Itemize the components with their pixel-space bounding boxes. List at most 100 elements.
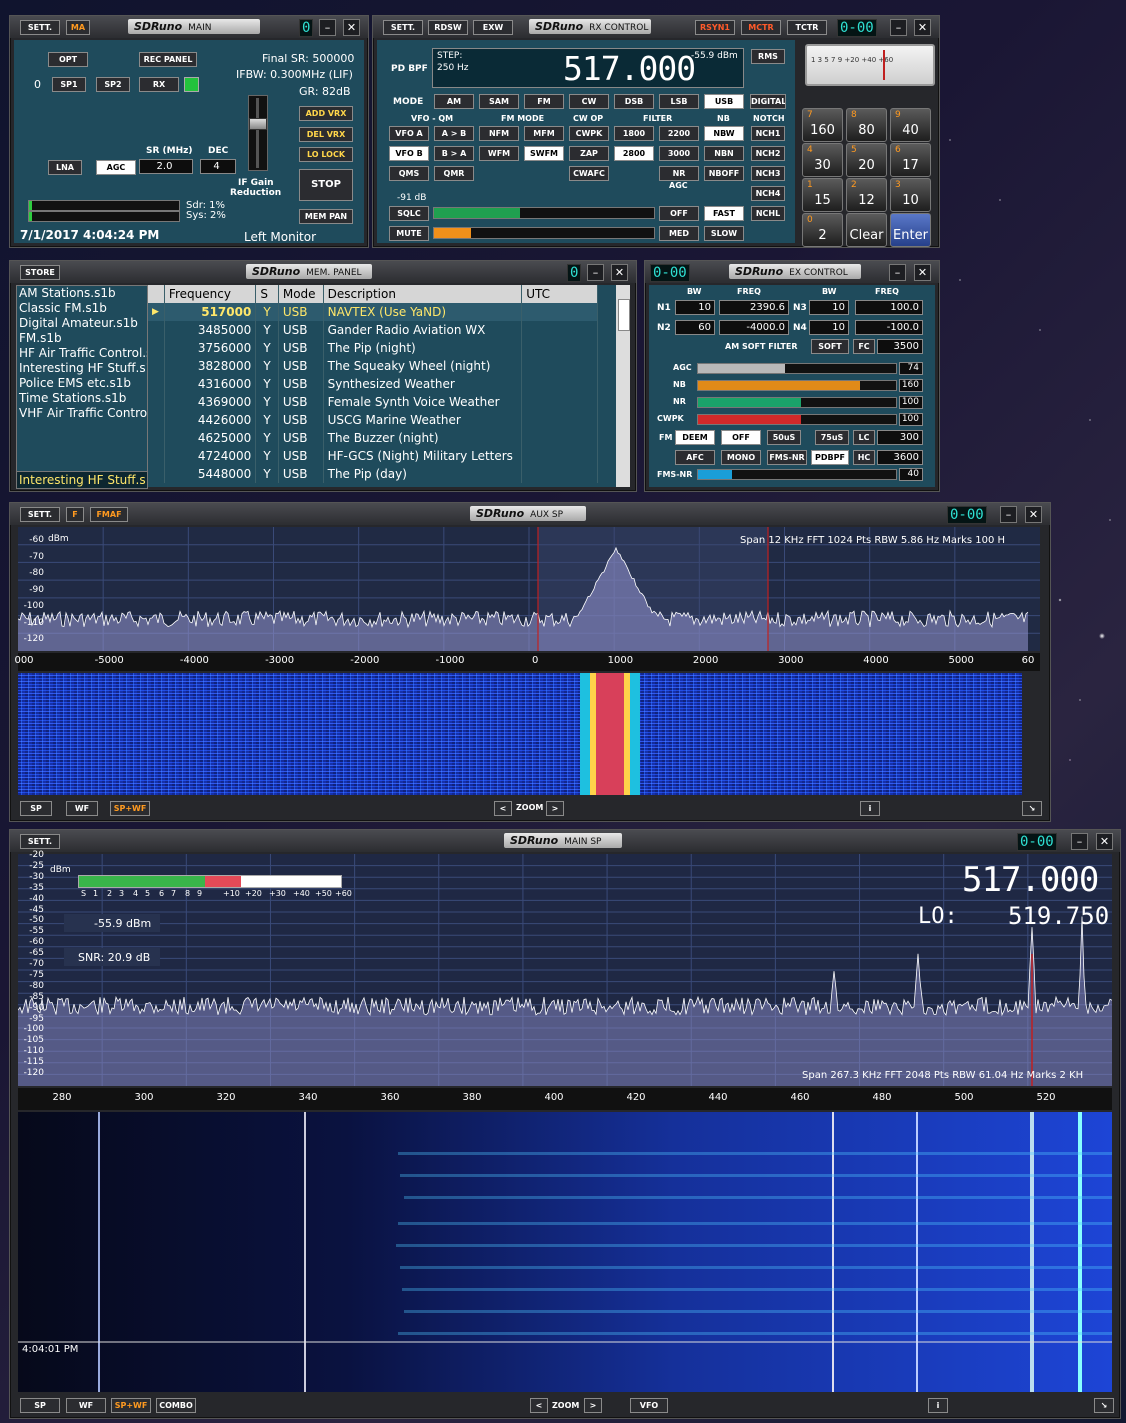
vfo-b-button[interactable]: VFO B [389, 146, 429, 161]
combo-button[interactable]: COMBO [156, 1398, 196, 1413]
table-row[interactable]: 3756000 Y USB The Pip (night) [148, 339, 598, 357]
zoom-left-button[interactable]: < [530, 1398, 548, 1413]
keypad-key-12[interactable]: 2 12 [846, 178, 887, 212]
sp2-button[interactable]: SP2 [96, 77, 130, 92]
mono-button[interactable]: MONO [721, 450, 761, 465]
mode-digital-button[interactable]: DIGITAL [750, 94, 786, 109]
rec-panel-button[interactable]: REC PANEL [139, 52, 197, 67]
nboff-button[interactable]: NBOFF [704, 166, 744, 181]
aux-waterfall[interactable] [18, 673, 1022, 795]
fms-nr-slider[interactable] [697, 469, 897, 480]
table-row[interactable]: ▶ 517000 Y USB NAVTEX (Use YaND) [148, 303, 598, 321]
filter-2200-button[interactable]: 2200 [659, 126, 699, 141]
mute-button[interactable]: MUTE [389, 226, 429, 241]
mode-am-button[interactable]: AM [434, 94, 474, 109]
minimize-icon[interactable]: – [587, 264, 604, 281]
keypad-key-160[interactable]: 7 160 [802, 108, 843, 142]
deem-off-button[interactable]: OFF [721, 430, 761, 445]
memory-file-item[interactable]: FM.s1b [17, 331, 147, 346]
nch3-button[interactable]: NCH3 [751, 166, 785, 181]
table-row[interactable]: 4724000 Y USB HF-GCS (Night) Military Lette… [148, 447, 598, 465]
mode-lsb-button[interactable]: LSB [659, 94, 699, 109]
memory-file-list[interactable]: AM Stations.s1b Classic FM.s1b Digital Ama… [16, 285, 148, 489]
cwpk-slider[interactable] [697, 414, 897, 425]
wf-button[interactable]: WF [66, 1398, 106, 1413]
keypad-key-17[interactable]: 6 17 [890, 143, 931, 177]
store-button[interactable]: STORE [20, 265, 60, 280]
sp-wf-button[interactable]: SP+WF [111, 1398, 151, 1413]
memory-file-item[interactable]: Police EMS etc.s1b [17, 376, 147, 391]
column-header[interactable]: Mode [278, 285, 324, 303]
wf-button[interactable]: WF [66, 801, 98, 816]
table-row[interactable]: 5448000 Y USB The Pip (day) [148, 465, 598, 483]
close-icon[interactable]: ✕ [1096, 833, 1113, 850]
table-row[interactable]: 4369000 Y USB Female Synth Voice Weather [148, 393, 598, 411]
cwpk-button[interactable]: CWPK [569, 126, 609, 141]
sqlc-button[interactable]: SQLC [389, 206, 429, 221]
table-row[interactable]: 4625000 Y USB The Buzzer (night) [148, 429, 598, 447]
lo-lock-button[interactable]: LO LOCK [299, 147, 353, 162]
memory-file-item[interactable]: VHF Air Traffic Contro [17, 406, 147, 421]
soft-button[interactable]: SOFT [811, 339, 849, 354]
rms-button[interactable]: RMS [751, 49, 785, 64]
pdbpf-button[interactable]: PDBPF [811, 450, 849, 465]
sett-button[interactable]: SETT. [20, 507, 60, 522]
info-button[interactable]: i [928, 1398, 948, 1413]
n4-freq-input[interactable]: -100.0 [855, 320, 923, 335]
mfm-button[interactable]: MFM [524, 126, 564, 141]
zoom-left-button[interactable]: < [494, 801, 512, 816]
vfo-button[interactable]: VFO [630, 1398, 668, 1413]
n1-freq-input[interactable]: 2390.6 [719, 300, 789, 315]
agc-slider[interactable] [697, 363, 897, 374]
vfo-frequency[interactable]: 517.000 [962, 860, 1099, 900]
hc-button[interactable]: HC [853, 450, 875, 465]
mode-usb-button[interactable]: USB [704, 94, 744, 109]
column-header[interactable]: Frequency [164, 285, 257, 303]
sp-button[interactable]: SP [20, 801, 52, 816]
opt-button[interactable]: OPT [48, 52, 88, 67]
cwafc-button[interactable]: CWAFC [569, 166, 609, 181]
fmaf-button[interactable]: FMAF [90, 507, 128, 522]
zoom-right-button[interactable]: > [584, 1398, 602, 1413]
keypad-key-20[interactable]: 5 20 [846, 143, 887, 177]
fc-input[interactable]: 3500 [877, 339, 923, 354]
n2-freq-input[interactable]: -4000.0 [719, 320, 789, 335]
mode-sam-button[interactable]: SAM [479, 94, 519, 109]
mem-pan-button[interactable]: MEM PAN [299, 209, 353, 224]
filter-2800-button[interactable]: 2800 [614, 146, 654, 161]
table-row[interactable]: 4316000 Y USB Synthesized Weather [148, 375, 598, 393]
keypad-key-15[interactable]: 1 15 [802, 178, 843, 212]
info-button[interactable]: i [860, 801, 880, 816]
keypad-key-40[interactable]: 9 40 [890, 108, 931, 142]
rdsw-button[interactable]: RDSW [428, 20, 468, 35]
minimize-icon[interactable]: – [889, 264, 906, 281]
close-icon[interactable]: ✕ [914, 264, 931, 281]
agc-fast-button[interactable]: FAST [704, 206, 744, 221]
lna-button[interactable]: LNA [48, 160, 82, 175]
memory-file-item[interactable]: Interesting HF Stuff.s1 [17, 361, 147, 376]
main-spectrum[interactable]: dBm S 1 2 3 4 5 6 7 8 9 +10 +20 +30 +40 +50 +60 -55.9 d… [18, 850, 1112, 1086]
nch4-button[interactable]: NCH4 [751, 186, 785, 201]
n3-bw-input[interactable]: 10 [809, 300, 849, 315]
sp-wf-button[interactable]: SP+WF [110, 801, 150, 816]
close-icon[interactable]: ✕ [343, 19, 360, 36]
n4-bw-input[interactable]: 10 [809, 320, 849, 335]
f-button[interactable]: F [66, 507, 84, 522]
aux-spectrum[interactable]: dBm Span 12 KHz FFT 1024 Pts RBW 5.86 Hz… [18, 527, 1040, 651]
n3-freq-input[interactable]: 100.0 [855, 300, 923, 315]
sp-button[interactable]: SP [20, 1398, 60, 1413]
minimize-icon[interactable]: – [1071, 833, 1088, 850]
stop-button[interactable]: STOP [299, 169, 353, 201]
nch2-button[interactable]: NCH2 [751, 146, 785, 161]
hc-input[interactable]: 3600 [877, 450, 923, 465]
swfm-button[interactable]: SWFM [524, 146, 564, 161]
mode-cw-button[interactable]: CW [569, 94, 609, 109]
memory-file-item[interactable]: Time Stations.s1b [17, 391, 147, 406]
nch1-button[interactable]: NCH1 [751, 126, 785, 141]
afc-button[interactable]: AFC [675, 450, 715, 465]
close-icon[interactable]: ✕ [1025, 506, 1042, 523]
mctr-button[interactable]: MCTR [741, 20, 781, 35]
nb-slider[interactable] [697, 380, 897, 391]
if-gain-slider[interactable] [248, 95, 268, 171]
vfo-a-button[interactable]: VFO A [389, 126, 429, 141]
